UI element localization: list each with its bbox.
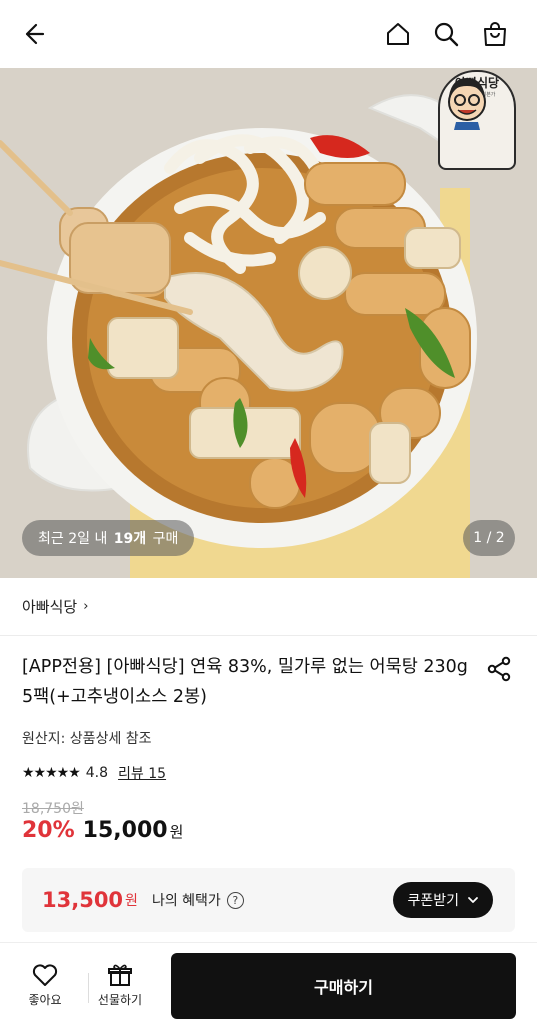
- gift-label: 선물하기: [97, 993, 143, 1007]
- star-rating-icon: ★★★★★: [22, 765, 81, 781]
- gift-button[interactable]: 선물하기: [90, 963, 150, 1008]
- buy-button[interactable]: 구매하기: [171, 953, 516, 1019]
- discount-rate: 20%: [22, 818, 75, 843]
- home-icon[interactable]: [381, 17, 415, 51]
- chef-face-icon: [448, 78, 486, 130]
- benefit-price-box: 13,500 원 나의 혜택가 ? 쿠폰받기: [22, 868, 515, 932]
- recent-prefix: 최근 2일 내: [38, 531, 108, 547]
- top-bar: [0, 0, 537, 68]
- price-unit: 원: [169, 823, 184, 841]
- like-button[interactable]: 좋아요: [15, 963, 75, 1008]
- help-icon[interactable]: ?: [226, 891, 244, 909]
- origin-info: 원산지: 상품상세 참조: [22, 731, 152, 747]
- like-label: 좋아요: [28, 993, 62, 1007]
- gift-icon: [108, 964, 132, 986]
- product-image-carousel[interactable]: 아빠식당 전통진미요리본가 최근 2일 내 19개 구매 1 / 2: [0, 68, 537, 578]
- sale-price: 15,000: [82, 818, 168, 843]
- divider: [88, 973, 89, 1003]
- search-icon[interactable]: [429, 17, 463, 51]
- share-icon[interactable]: [484, 654, 514, 684]
- shopping-bag-icon[interactable]: [478, 17, 512, 51]
- benefit-price-unit: 원: [125, 893, 138, 909]
- review-link[interactable]: 리뷰 15: [118, 763, 166, 783]
- heart-icon: [32, 964, 58, 986]
- recent-purchase-badge: 최근 2일 내 19개 구매: [22, 520, 195, 556]
- image-counter: 1 / 2: [463, 520, 515, 556]
- coupon-button-label: 쿠폰받기: [407, 893, 459, 909]
- rating-row: ★★★★★ 4.8 리뷰 15: [22, 762, 166, 784]
- product-title: [APP전용] [아빠식당] 연육 83%, 밀가루 없는 어묵탕 230g 5…: [22, 657, 468, 707]
- recent-count: 19개: [113, 531, 147, 547]
- original-price: 18,750원: [22, 801, 84, 817]
- store-name: 아빠식당: [22, 598, 78, 616]
- brand-logo-badge: 아빠식당 전통진미요리본가: [438, 70, 516, 170]
- chevron-down-icon: [468, 897, 478, 903]
- rating-value: 4.8: [85, 765, 109, 781]
- bottom-action-bar: 좋아요 선물하기 구매하기: [0, 942, 537, 1024]
- recent-suffix: 구매: [152, 531, 179, 547]
- store-link[interactable]: 아빠식당 ›: [0, 578, 537, 636]
- benefit-price: 13,500: [42, 888, 124, 912]
- benefit-label: 나의 혜택가: [151, 893, 221, 909]
- get-coupon-button[interactable]: 쿠폰받기: [393, 882, 493, 918]
- chevron-right-icon: ›: [83, 599, 89, 614]
- price-row: 20% 15,000 원: [22, 818, 183, 843]
- back-arrow-icon[interactable]: [15, 17, 49, 51]
